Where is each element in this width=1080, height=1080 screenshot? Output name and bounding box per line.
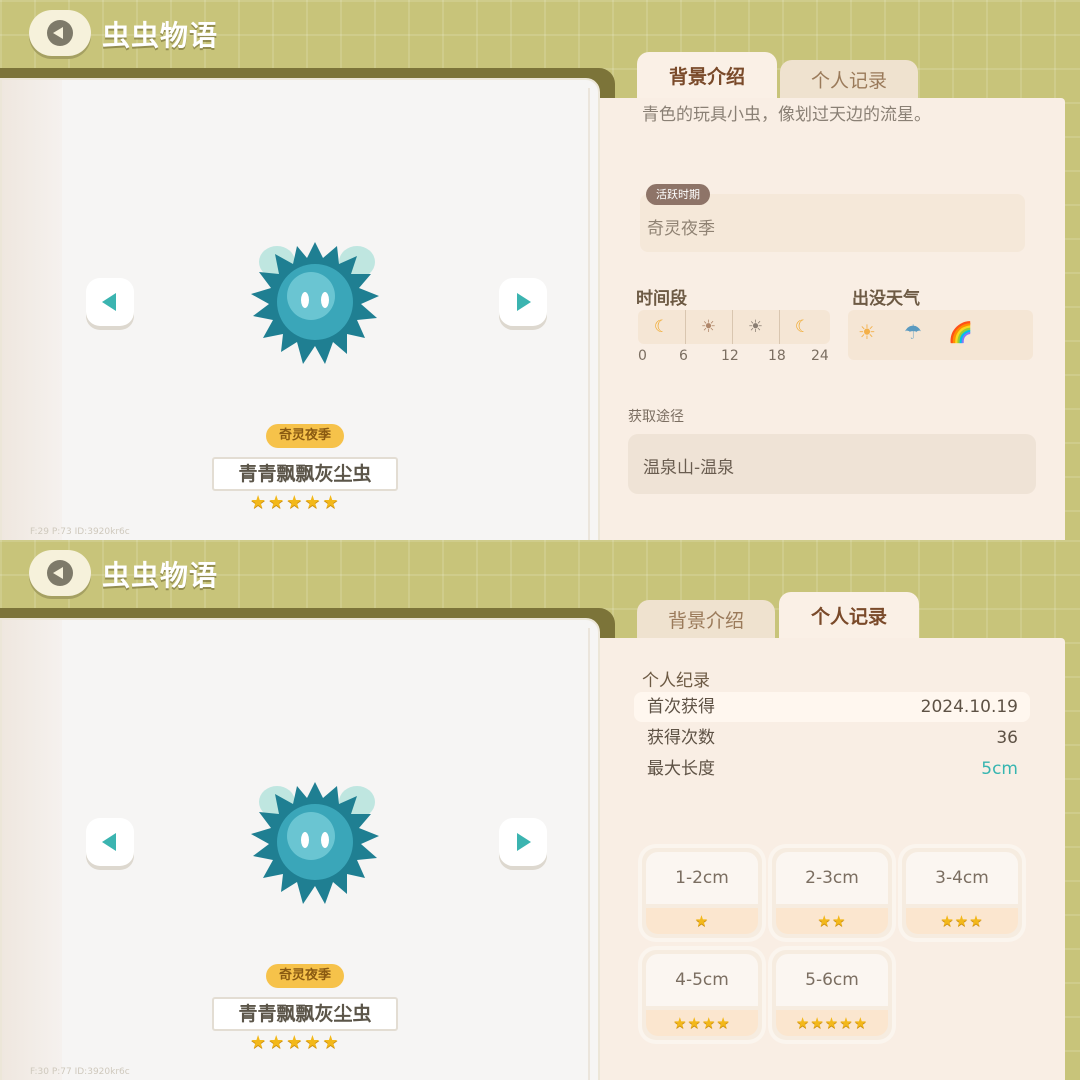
time-tick: 12: [721, 348, 739, 364]
tab-personal-record[interactable]: 个人记录: [780, 60, 918, 102]
next-bug-button[interactable]: [499, 278, 547, 326]
sunrise-icon: ☀: [685, 310, 733, 344]
header: 虫虫物语: [0, 0, 1080, 70]
season-badge: 奇灵夜季: [266, 964, 344, 988]
intro-text: 青色的玩具小虫，像划过天边的流星。: [642, 105, 931, 125]
time-period-bar: ☾ ☀ ☀ ☾: [638, 310, 830, 344]
sunny-icon: ☀: [858, 320, 876, 344]
bug-eye-right: [321, 832, 329, 848]
season-badge: 奇灵夜季: [266, 424, 344, 448]
record-key: 最大长度: [647, 759, 715, 779]
intro-content: 青色的玩具小虫，像划过天边的流星。 活跃时期 奇灵夜季 时间段 出没天气 ☾ ☀…: [600, 98, 1065, 540]
size-card[interactable]: 4-5cm ★★★★: [642, 950, 762, 1040]
bug-name: 青青飘飘灰尘虫: [212, 457, 398, 491]
arrow-right-icon: [517, 293, 531, 311]
size-range: 3-4cm: [906, 852, 1018, 904]
weather-bar: ☀ ☂ 🌈: [848, 310, 1033, 360]
arrow-right-icon: [517, 833, 531, 851]
record-title: 个人纪录: [642, 671, 710, 691]
time-tick: 0: [638, 348, 647, 364]
size-card[interactable]: 2-3cm ★★: [772, 848, 892, 938]
back-arrow-icon: [47, 560, 73, 586]
bug-illustration: [251, 782, 379, 904]
tab-personal-record[interactable]: 个人记录: [779, 592, 919, 644]
obtain-section-label: 获取途径: [628, 409, 684, 425]
time-tick: 18: [768, 348, 786, 364]
size-range: 2-3cm: [776, 852, 888, 904]
bug-eye-right: [321, 292, 329, 308]
time-tick: 6: [679, 348, 688, 364]
arrow-left-icon: [102, 293, 116, 311]
moon-icon: ☾: [794, 317, 811, 337]
bug-rarity-stars: ★★★★★: [250, 492, 341, 513]
record-key: 首次获得: [647, 697, 715, 717]
size-range: 1-2cm: [646, 852, 758, 904]
page-title: 虫虫物语: [102, 559, 219, 592]
record-value: 2024.10.19: [920, 697, 1018, 717]
bug-eye-left: [301, 292, 309, 308]
debug-info: F:30 P:77 ID:3920kr6c: [30, 1067, 130, 1077]
next-bug-button[interactable]: [499, 818, 547, 866]
size-stars: ★★★: [906, 908, 1018, 934]
size-card[interactable]: 3-4cm ★★★: [902, 848, 1022, 938]
size-range: 4-5cm: [646, 954, 758, 1006]
size-range: 5-6cm: [776, 954, 888, 1006]
page-edge: [588, 628, 590, 1080]
record-row-max-length: 最大长度 5cm: [634, 754, 1030, 784]
back-arrow-icon: [47, 20, 73, 46]
tab-background-intro[interactable]: 背景介绍: [637, 52, 777, 104]
record-row-first-obtained: 首次获得 2024.10.19: [634, 692, 1030, 722]
prev-bug-button[interactable]: [86, 818, 134, 866]
size-card[interactable]: 1-2cm ★: [642, 848, 762, 938]
bug-illustration: [251, 242, 379, 364]
rain-icon: ☂: [904, 320, 922, 344]
obtain-method-value: 温泉山-温泉: [643, 458, 735, 478]
weather-section-label: 出没天气: [852, 289, 920, 309]
back-button[interactable]: [29, 10, 91, 56]
tab-background-intro[interactable]: 背景介绍: [637, 600, 775, 642]
size-stars: ★★★★: [646, 1010, 758, 1036]
debug-info: F:29 P:73 ID:3920kr6c: [30, 527, 130, 537]
book-spine: [2, 80, 62, 540]
record-content: 个人纪录 首次获得 2024.10.19 获得次数 36 最大长度 5cm 1-…: [600, 638, 1065, 1080]
size-card[interactable]: 5-6cm ★★★★★: [772, 950, 892, 1040]
record-row-obtain-count: 获得次数 36: [634, 723, 1030, 753]
record-value: 36: [996, 728, 1018, 748]
bug-eye-left: [301, 832, 309, 848]
bug-rarity-stars: ★★★★★: [250, 1032, 341, 1053]
screenshot-panel-record: 虫虫物语 奇灵夜季 青青飘飘灰尘虫 ★★★★★ F:30 P:77 ID:392…: [0, 540, 1080, 1080]
active-period-value: 奇灵夜季: [647, 219, 715, 239]
time-tick: 24: [811, 348, 829, 364]
record-value: 5cm: [981, 759, 1018, 779]
bug-name: 青青飘飘灰尘虫: [212, 997, 398, 1031]
size-stars: ★: [646, 908, 758, 934]
back-button[interactable]: [29, 550, 91, 596]
time-section-label: 时间段: [636, 289, 687, 309]
book-spine: [2, 620, 62, 1080]
moon-icon: ☾: [638, 310, 686, 344]
prev-bug-button[interactable]: [86, 278, 134, 326]
arrow-left-icon: [102, 833, 116, 851]
sun-icon: ☀: [732, 310, 780, 344]
page-edge: [588, 88, 590, 540]
screenshot-panel-intro: 虫虫物语 奇灵夜季 青青飘飘灰尘虫 ★★★★★ F:29 P:73 ID:392…: [0, 0, 1080, 540]
page-title: 虫虫物语: [102, 19, 219, 52]
size-stars: ★★: [776, 908, 888, 934]
rainbow-icon: 🌈: [948, 320, 973, 344]
record-key: 获得次数: [647, 728, 715, 748]
active-period-tag: 活跃时期: [646, 184, 710, 205]
size-stars: ★★★★★: [776, 1010, 888, 1036]
